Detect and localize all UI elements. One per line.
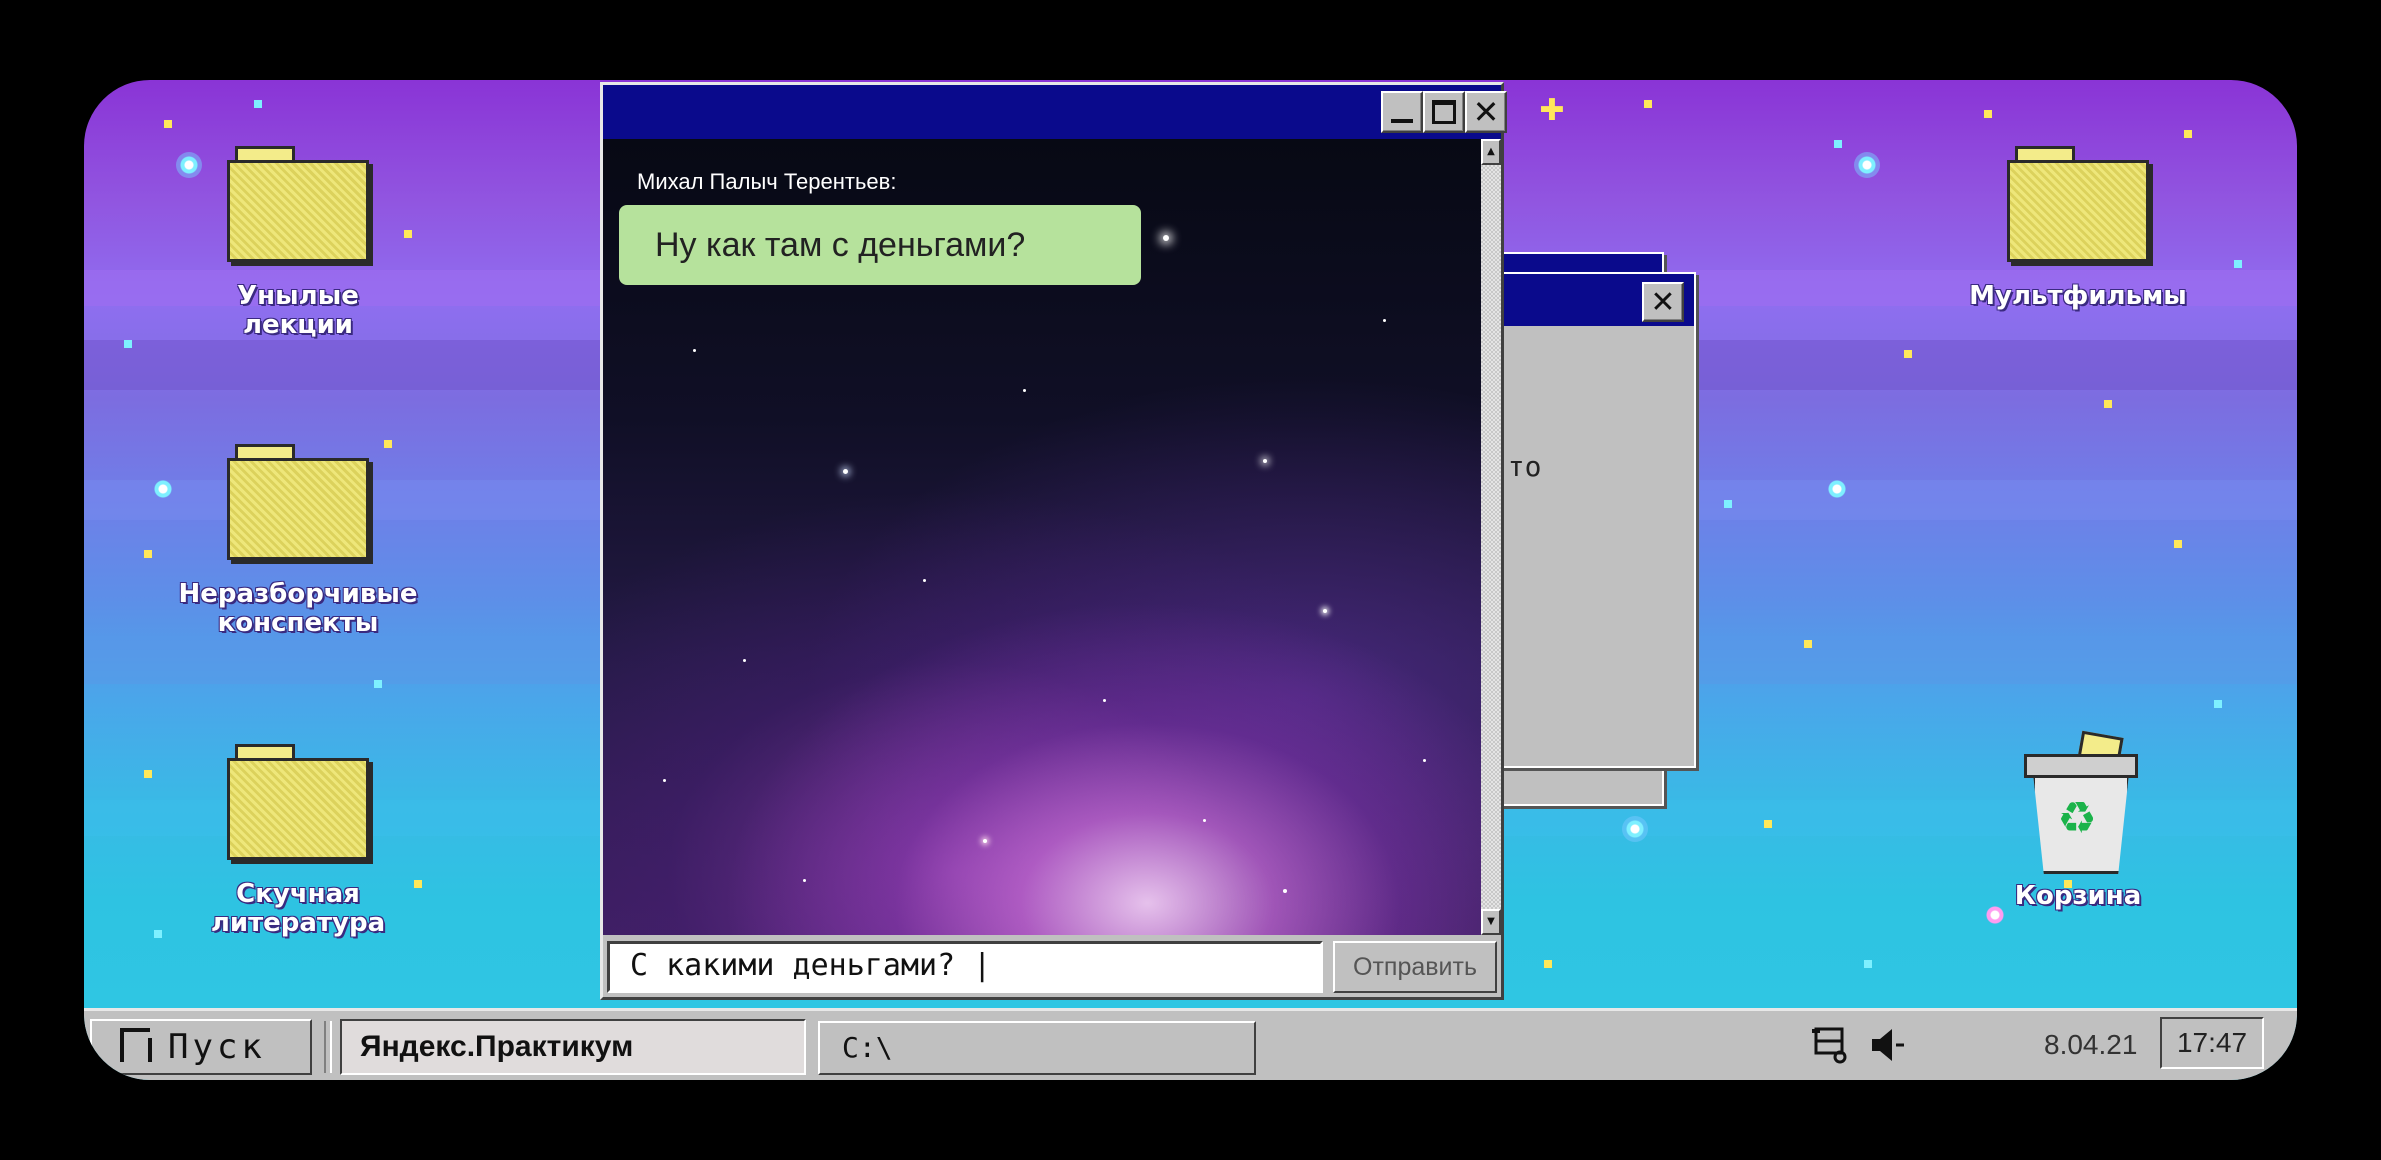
- space-star: [1163, 235, 1169, 241]
- tray-clock[interactable]: 17:47: [2160, 1017, 2264, 1069]
- wallpaper-star: [144, 770, 152, 778]
- space-star: [1203, 819, 1206, 822]
- space-star: [843, 469, 848, 474]
- chat-window-titlebar[interactable]: ✕: [603, 85, 1507, 139]
- scroll-up-button[interactable]: ▲: [1481, 139, 1501, 165]
- wallpaper-star: [1864, 960, 1872, 968]
- taskbar-divider: [324, 1021, 332, 1073]
- space-star: [743, 659, 746, 662]
- speaker-icon[interactable]: [1868, 1025, 1908, 1065]
- folder-icon: [227, 146, 369, 264]
- scroll-down-button[interactable]: ▼: [1481, 909, 1501, 935]
- maximize-button[interactable]: [1423, 91, 1465, 133]
- wallpaper-star: [2104, 400, 2112, 408]
- chat-message-area[interactable]: Михал Палыч Терентьев: Ну как там с день…: [603, 139, 1481, 935]
- wallpaper-star: [124, 340, 132, 348]
- space-star: [983, 839, 987, 843]
- wallpaper-star: [1544, 960, 1552, 968]
- message-input[interactable]: С какими деньгами? |: [607, 941, 1323, 993]
- sparkle-icon: [1824, 476, 1850, 502]
- wallpaper-star: [2214, 700, 2222, 708]
- space-star: [1323, 609, 1327, 613]
- wallpaper-star: [374, 680, 382, 688]
- wallpaper-star: [1834, 140, 1842, 148]
- space-star: [663, 779, 666, 782]
- wallpaper-star: [1644, 100, 1652, 108]
- space-star: [1103, 699, 1106, 702]
- desktop-icon-label: Корзина: [2014, 881, 2142, 911]
- folder-icon: [227, 744, 369, 862]
- close-icon[interactable]: ✕: [1642, 282, 1684, 322]
- desktop-icon-label: Скучная литература: [210, 879, 386, 938]
- send-button[interactable]: Отправить: [1333, 941, 1497, 993]
- start-label: Пуск: [168, 1027, 266, 1067]
- desktop-icon-label: Неразборчивые конспекты: [178, 579, 418, 638]
- maximize-icon: [1432, 100, 1456, 124]
- desktop: ✚ Унылые лекции Неразборчивые конспекты Ск…: [84, 80, 2297, 1080]
- space-star: [1023, 389, 1026, 392]
- space-star: [803, 879, 806, 882]
- message-bubble: Ну как там с деньгами?: [619, 205, 1141, 285]
- sparkle-icon: [1854, 152, 1880, 178]
- desktop-icon-label: Мультфильмы: [1969, 281, 2187, 311]
- wallpaper-star: [1724, 500, 1732, 508]
- space-star: [693, 349, 696, 352]
- start-logo-icon: [120, 1028, 152, 1062]
- folder-icon: [227, 444, 369, 562]
- desktop-icon-trash[interactable]: ♻ Корзина: [1958, 730, 2198, 911]
- minimize-button[interactable]: [1381, 91, 1423, 133]
- wallpaper-star: [1804, 640, 1812, 648]
- close-button[interactable]: ✕: [1465, 91, 1507, 133]
- desktop-icon-lectures[interactable]: Унылые лекции: [178, 146, 418, 340]
- trash-icon: ♻: [2018, 730, 2138, 874]
- recycle-icon: ♻: [2057, 793, 2097, 844]
- wallpaper-star: [164, 120, 172, 128]
- wallpaper-star: [2184, 130, 2192, 138]
- desktop-icon-cartoons[interactable]: Мультфильмы: [1958, 146, 2198, 311]
- wallpaper-star: [144, 550, 152, 558]
- sparkle-icon: [1622, 816, 1648, 842]
- wallpaper-star: [154, 930, 162, 938]
- space-star: [1283, 889, 1287, 893]
- taskbar: Пуск Яндекс.Практикум C:\ 8.04.21 17:47: [84, 1008, 2297, 1080]
- chat-window[interactable]: ✕ Михал Палыч Терентьев: Ну как там с де…: [600, 82, 1507, 1000]
- space-star: [1423, 759, 1426, 762]
- folder-icon: [2007, 146, 2149, 264]
- start-button[interactable]: Пуск: [90, 1019, 312, 1075]
- space-star: [923, 579, 926, 582]
- desktop-icon-label: Унылые лекции: [237, 281, 359, 340]
- desktop-icon-literature[interactable]: Скучная литература: [178, 744, 418, 938]
- space-star: [1263, 459, 1267, 463]
- wallpaper-star: [254, 100, 262, 108]
- message-sender: Михал Палыч Терентьев:: [637, 169, 897, 194]
- sparkle-icon: ✚: [1539, 93, 1565, 128]
- space-star: [1383, 319, 1386, 322]
- chat-input-row: С какими деньгами? | Отправить: [603, 935, 1501, 997]
- close-icon: ✕: [1472, 93, 1500, 131]
- wallpaper-star: [2234, 260, 2242, 268]
- minimize-icon: [1391, 119, 1413, 123]
- wallpaper-star: [1764, 820, 1772, 828]
- taskbar-task-drive[interactable]: C:\: [818, 1021, 1256, 1075]
- tray-date: 8.04.21: [2044, 1029, 2138, 1060]
- desktop-icon-notes[interactable]: Неразборчивые конспекты: [178, 444, 418, 638]
- wallpaper-star: [2174, 540, 2182, 548]
- background-window-1[interactable]: ✕ о-то: [1474, 272, 1696, 768]
- network-icon[interactable]: [1810, 1025, 1850, 1065]
- sparkle-icon: [150, 476, 176, 502]
- wallpaper-star: [1904, 350, 1912, 358]
- chat-scrollbar[interactable]: ▲ ▼: [1481, 139, 1501, 935]
- wallpaper-star: [1984, 110, 1992, 118]
- taskbar-task-yandex[interactable]: Яндекс.Практикум: [340, 1019, 806, 1075]
